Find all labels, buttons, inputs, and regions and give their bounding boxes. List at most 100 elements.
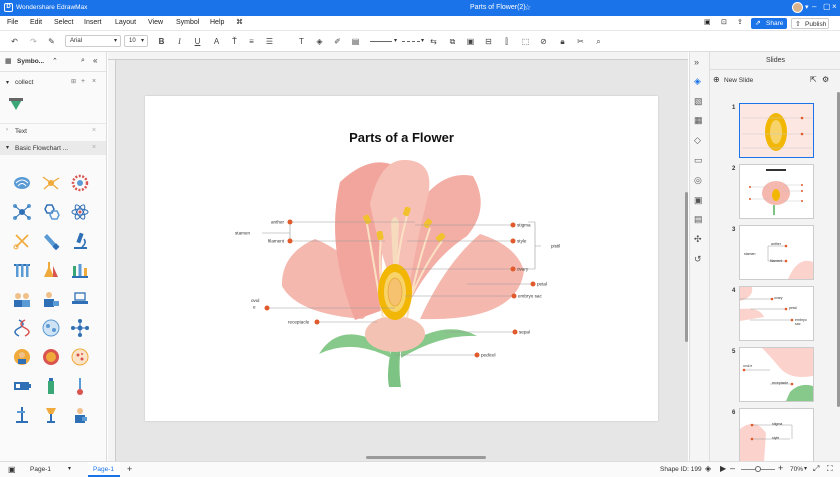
molecule-symbol-icon[interactable] bbox=[12, 202, 32, 222]
library-search-icon[interactable]: ⌕ bbox=[81, 57, 85, 65]
align-objects-icon[interactable]: ⊟ bbox=[483, 36, 494, 47]
fullscreen-toggle-icon[interactable]: ⛶ bbox=[827, 464, 833, 474]
network-molecule-symbol-icon[interactable] bbox=[70, 318, 90, 338]
label-anther[interactable]: anther bbox=[271, 220, 284, 225]
tools-icon[interactable]: ✂ bbox=[575, 36, 586, 47]
fit-page-icon[interactable]: ⤢ bbox=[813, 464, 819, 474]
share-button[interactable]: ⇗ Share bbox=[751, 18, 787, 29]
battery-symbol-icon[interactable] bbox=[12, 376, 32, 396]
redo-icon[interactable]: ↷ bbox=[28, 36, 39, 47]
settings-gear-icon[interactable]: ⚙ bbox=[822, 75, 829, 84]
petri-dish-symbol-icon[interactable] bbox=[41, 318, 61, 338]
lab-desk-symbol-icon[interactable] bbox=[70, 289, 90, 309]
export-slides-icon[interactable]: ⇱ bbox=[810, 75, 817, 84]
publish-button[interactable]: ⇧ Publish bbox=[791, 18, 829, 29]
label-pedicel[interactable]: pedicel bbox=[481, 353, 496, 358]
shadow-icon[interactable]: ▤ bbox=[350, 36, 361, 47]
page-layout-icon[interactable]: ▣ bbox=[8, 465, 16, 474]
line-spacing-icon[interactable]: ☰ bbox=[264, 36, 275, 47]
label-embryo-sac[interactable]: embryo sac bbox=[518, 294, 542, 299]
line-weight-select[interactable] bbox=[370, 41, 392, 42]
slide-thumbnail-4[interactable]: ovary petal embryo sac bbox=[739, 286, 814, 341]
format-painter-icon[interactable]: ✎ bbox=[46, 36, 57, 47]
zoom-slider-handle[interactable] bbox=[755, 466, 761, 472]
collect-section[interactable]: ▾ collect ⊞ + × bbox=[0, 76, 106, 90]
size-icon[interactable]: ⬚ bbox=[520, 36, 531, 47]
layers-icon[interactable]: ◇ bbox=[694, 135, 701, 146]
fullscreen-icon[interactable]: ⊡ bbox=[721, 18, 727, 26]
dropper-symbol-icon[interactable] bbox=[41, 231, 61, 251]
menu-help[interactable]: Help bbox=[210, 19, 224, 26]
fit-icon[interactable]: ✣ bbox=[694, 234, 702, 245]
dna-symbol-icon[interactable] bbox=[12, 318, 32, 338]
text-box-icon[interactable]: T bbox=[296, 36, 307, 47]
label-ovule-line2[interactable]: e bbox=[253, 305, 256, 310]
thermometer-symbol-icon[interactable] bbox=[70, 376, 90, 396]
add-page-button[interactable]: + bbox=[127, 464, 132, 474]
scientists-symbol-icon[interactable] bbox=[12, 289, 32, 309]
label-receptacle[interactable]: receptacle bbox=[288, 320, 310, 325]
underline-icon[interactable]: U bbox=[192, 36, 203, 47]
flower-illustration[interactable]: anther stamen filament stigma style pist… bbox=[145, 96, 658, 421]
format-panel-icon[interactable]: ▧ bbox=[694, 96, 703, 107]
hexagon-molecule-symbol-icon[interactable] bbox=[41, 202, 61, 222]
new-slide-button[interactable]: ⊕ New Slide bbox=[713, 75, 763, 87]
italic-icon[interactable]: I bbox=[174, 36, 185, 47]
zoom-in-icon[interactable]: + bbox=[778, 463, 783, 473]
menu-file[interactable]: File bbox=[7, 19, 18, 26]
arrange-icon[interactable]: ⧉ bbox=[447, 36, 458, 47]
slides-icon[interactable]: ▭ bbox=[694, 155, 703, 166]
avatar[interactable] bbox=[792, 2, 803, 13]
slide-thumbnail-6[interactable]: stigma style bbox=[739, 408, 814, 463]
chevron-down-icon[interactable]: ▾ bbox=[804, 465, 807, 472]
bold-icon[interactable]: B bbox=[156, 36, 167, 47]
vial-symbol-icon[interactable] bbox=[41, 376, 61, 396]
font-color-icon[interactable]: A bbox=[211, 36, 222, 47]
group-icon[interactable]: ▣ bbox=[465, 36, 476, 47]
label-ovary[interactable]: ovary bbox=[517, 267, 529, 272]
chevron-down-icon[interactable]: ▾ bbox=[421, 37, 424, 44]
label-sepal[interactable]: sepal bbox=[519, 330, 530, 335]
present-icon[interactable]: ▣ bbox=[704, 18, 711, 26]
collapse-panel-icon[interactable]: « bbox=[93, 56, 97, 65]
cell-culture-symbol-icon[interactable] bbox=[70, 347, 90, 367]
slide-thumbnail-2[interactable] bbox=[739, 164, 814, 219]
flask-symbol-icon[interactable] bbox=[41, 260, 61, 280]
slide-thumbnail-3[interactable]: anther filament stamen bbox=[739, 225, 814, 280]
close-icon[interactable]: × bbox=[832, 2, 837, 11]
minimize-icon[interactable]: – bbox=[812, 2, 816, 11]
export-icon[interactable]: ⇪ bbox=[737, 18, 743, 26]
distribute-icon[interactable]: ⫿ bbox=[501, 36, 512, 47]
focus-icon[interactable]: ▶ bbox=[720, 464, 726, 473]
undo-icon[interactable]: ↶ bbox=[9, 36, 20, 47]
vertical-scrollbar[interactable] bbox=[685, 192, 688, 342]
star-icon[interactable]: ☆ bbox=[524, 3, 531, 12]
menu-insert[interactable]: Insert bbox=[84, 19, 102, 26]
bacteria-symbol-icon[interactable] bbox=[41, 347, 61, 367]
label-ovule-line1[interactable]: ovul bbox=[251, 298, 259, 303]
expand-panel-icon[interactable]: » bbox=[694, 57, 699, 67]
close-icon[interactable]: × bbox=[92, 144, 96, 151]
page-tab[interactable]: Page-1 bbox=[88, 462, 120, 477]
crop-icon[interactable]: ⊘ bbox=[538, 36, 549, 47]
researcher-symbol-icon[interactable] bbox=[41, 289, 61, 309]
page-select[interactable]: Page-1 ▾ bbox=[26, 464, 76, 475]
basic-flowchart-section[interactable]: ▾ Basic Flowchart ... × bbox=[0, 141, 106, 155]
fill-color-icon[interactable]: ◈ bbox=[314, 36, 325, 47]
menu-edit[interactable]: Edit bbox=[30, 19, 42, 26]
label-petal[interactable]: petal bbox=[537, 282, 547, 287]
menu-view[interactable]: View bbox=[148, 19, 163, 26]
chevron-down-icon[interactable]: ▾ bbox=[394, 37, 397, 44]
grid-panel-icon[interactable]: ▦ bbox=[694, 115, 703, 126]
cell-ring-symbol-icon[interactable] bbox=[70, 173, 90, 193]
slide-thumbnail-1[interactable] bbox=[739, 103, 814, 158]
menu-symbol[interactable]: Symbol bbox=[176, 19, 199, 26]
lamp-symbol-icon[interactable] bbox=[41, 405, 61, 425]
lab-worker-symbol-icon[interactable] bbox=[70, 405, 90, 425]
menu-layout[interactable]: Layout bbox=[115, 19, 136, 26]
label-stamen[interactable]: stamen bbox=[235, 231, 251, 236]
microscope-symbol-icon[interactable] bbox=[70, 231, 90, 251]
font-size-select[interactable]: 10 ▾ bbox=[124, 35, 148, 47]
style-panel-icon[interactable]: ◈ bbox=[694, 76, 701, 87]
ai-icon[interactable]: ⌘ bbox=[236, 18, 243, 26]
